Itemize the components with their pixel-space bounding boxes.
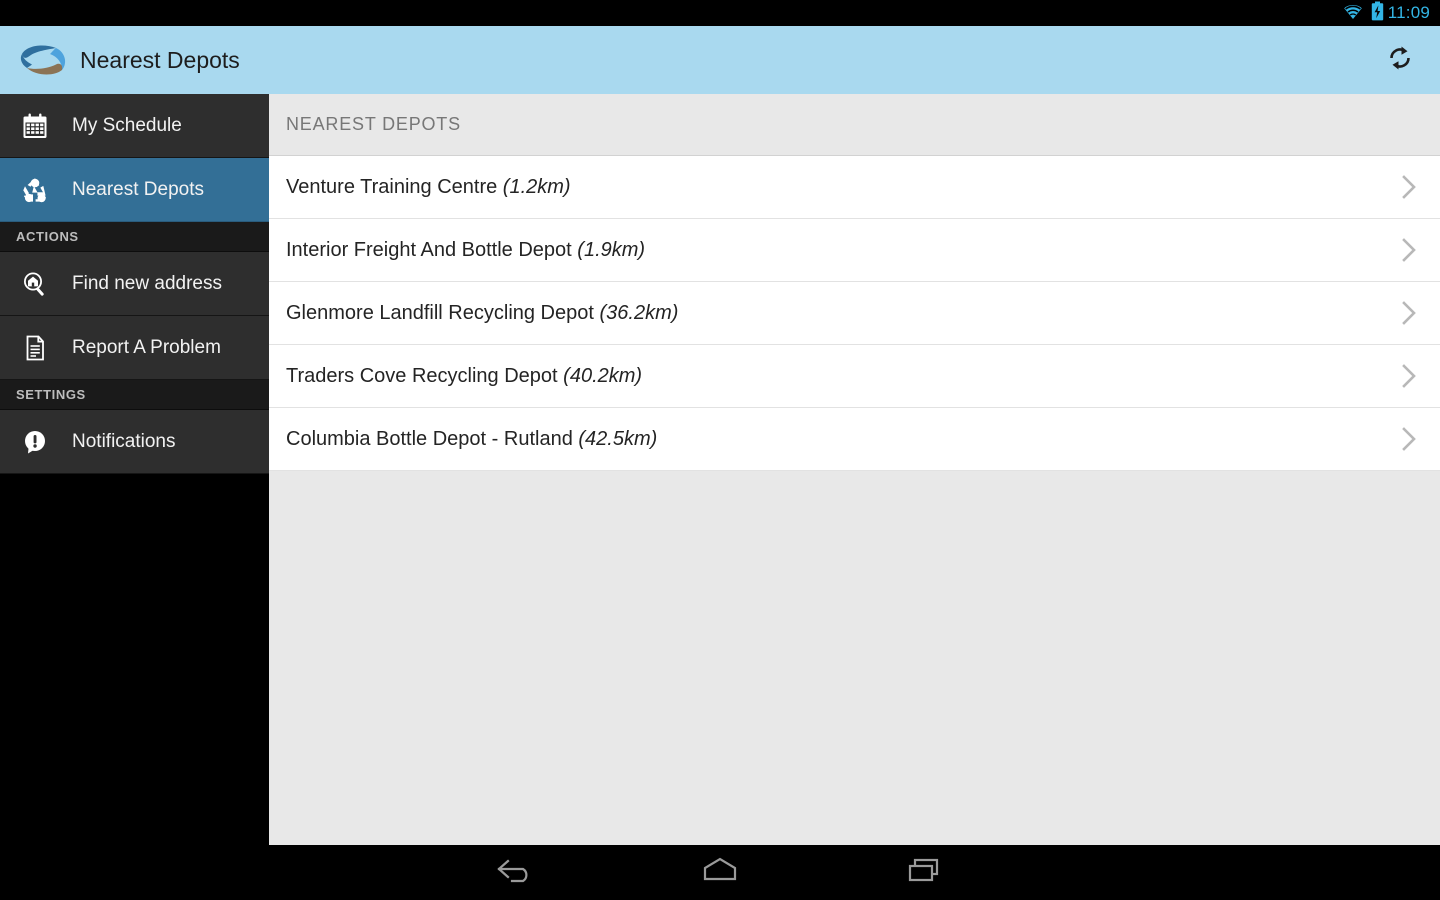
back-button[interactable] (480, 850, 550, 895)
sidebar-item-label: Report A Problem (72, 336, 221, 358)
depot-distance: (36.2km) (599, 301, 679, 324)
sidebar-section-label: ACTIONS (16, 229, 79, 244)
recycle-icon (12, 176, 58, 204)
refresh-icon (1385, 43, 1415, 78)
depot-name-text: Columbia Bottle Depot - Rutland (286, 427, 579, 450)
app-action-bar: Nearest Depots (0, 26, 1440, 94)
depot-distance: (40.2km) (563, 364, 643, 387)
depot-name-text: Traders Cove Recycling Depot (286, 364, 564, 387)
depot-name: Glenmore Landfill Recycling Depot (36.2k… (286, 302, 678, 325)
depot-list-panel: NEAREST DEPOTS Venture Training Centre (… (269, 94, 1440, 845)
sidebar-item-label: Notifications (72, 430, 176, 452)
depot-distance: (42.5km) (578, 427, 658, 450)
chevron-right-icon (1399, 172, 1419, 202)
chevron-right-icon (1399, 235, 1419, 265)
alert-bubble-icon (12, 428, 58, 456)
table-row[interactable]: Glenmore Landfill Recycling Depot (36.2k… (269, 282, 1440, 345)
status-bar-clock: 11:09 (1387, 3, 1430, 22)
depot-name-text: Interior Freight And Bottle Depot (286, 238, 578, 261)
chevron-right-icon (1399, 424, 1419, 454)
sidebar-item-nearest-depots[interactable]: Nearest Depots (0, 158, 269, 222)
sidebar-item-notifications[interactable]: Notifications (0, 410, 269, 474)
refresh-button[interactable] (1378, 38, 1422, 82)
sidebar-section-label: SETTINGS (16, 387, 86, 402)
list-section-header-label: NEAREST DEPOTS (286, 114, 461, 134)
sidebar-item-find-new-address[interactable]: Find new address (0, 252, 269, 316)
sidebar-item-my-schedule[interactable]: My Schedule (0, 94, 269, 158)
back-icon (493, 855, 537, 890)
chevron-right-icon (1399, 361, 1419, 391)
android-status-bar: 11:09 (0, 0, 1440, 26)
depot-name: Traders Cove Recycling Depot (40.2km) (286, 365, 642, 388)
sidebar-item-label: My Schedule (72, 114, 182, 136)
depot-distance: (1.9km) (577, 238, 646, 261)
home-button[interactable] (685, 850, 755, 895)
home-icon (697, 855, 743, 890)
recycle-swoosh-logo (18, 43, 70, 77)
depot-name-text: Glenmore Landfill Recycling Depot (286, 301, 600, 324)
android-navigation-bar (0, 845, 1440, 900)
depot-name: Venture Training Centre (1.2km) (286, 176, 571, 199)
table-row[interactable]: Interior Freight And Bottle Depot (1.9km… (269, 219, 1440, 282)
depot-distance: (1.2km) (502, 175, 571, 198)
depot-name: Columbia Bottle Depot - Rutland (42.5km) (286, 428, 657, 451)
table-row[interactable]: Venture Training Centre (1.2km) (269, 156, 1440, 219)
search-home-icon (12, 270, 58, 298)
document-icon (12, 334, 58, 362)
depot-name-text: Venture Training Centre (286, 175, 503, 198)
calendar-icon (12, 112, 58, 140)
navigation-drawer: My Schedule Nearest Depots ACTIONS Find … (0, 94, 269, 845)
sidebar-section-actions: ACTIONS (0, 222, 269, 252)
recents-button[interactable] (890, 850, 960, 895)
wifi-icon (1342, 2, 1364, 25)
status-icons (1342, 1, 1384, 26)
table-row[interactable]: Columbia Bottle Depot - Rutland (42.5km) (269, 408, 1440, 471)
depot-name: Interior Freight And Bottle Depot (1.9km… (286, 239, 645, 262)
sidebar-item-label: Find new address (72, 272, 222, 294)
table-row[interactable]: Traders Cove Recycling Depot (40.2km) (269, 345, 1440, 408)
list-section-header: NEAREST DEPOTS (269, 94, 1440, 156)
sidebar-item-report-a-problem[interactable]: Report A Problem (0, 316, 269, 380)
chevron-right-icon (1399, 298, 1419, 328)
battery-charging-icon (1371, 1, 1384, 26)
sidebar-section-settings: SETTINGS (0, 380, 269, 410)
sidebar-item-label: Nearest Depots (72, 178, 205, 200)
page-title: Nearest Depots (80, 46, 240, 73)
recents-icon (904, 855, 946, 890)
